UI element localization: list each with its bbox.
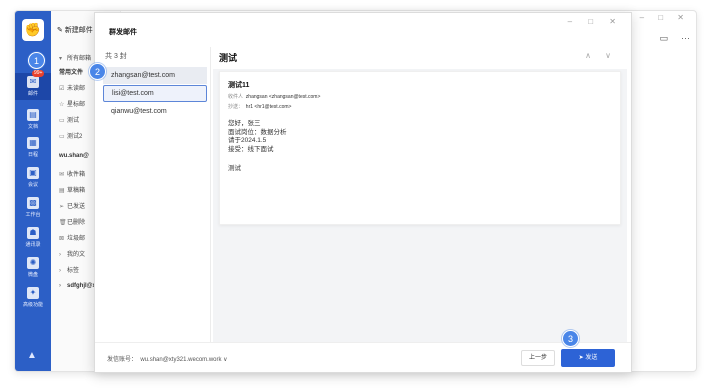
rail-item-contacts[interactable]: ☗ 通讯录 <box>15 227 51 248</box>
more-icon[interactable]: ··· <box>681 33 690 43</box>
nav-starred[interactable]: ☆ 星标邮 <box>59 99 85 108</box>
nav-unread[interactable]: ☑ 未读邮 <box>59 83 85 92</box>
nav-account2[interactable]: › sdfghjl@xi <box>59 283 98 289</box>
mail-icon: ✉ <box>27 76 39 88</box>
send-icon: ➤ <box>578 355 584 361</box>
dialog-title: 群发邮件 <box>109 29 137 36</box>
unread-badge: 99+ <box>32 70 45 77</box>
rail-item-drive[interactable]: ✺ 微盘 <box>15 257 51 278</box>
sender-account-select[interactable]: 发信账号： wu.shan@xty321.wecom.work ∨ <box>107 354 228 363</box>
grid-icon: ▩ <box>27 197 39 209</box>
nav-sent[interactable]: ➢ 已发送 <box>59 201 85 210</box>
nav-deleted[interactable]: 🗑已删除 <box>59 217 85 226</box>
mail-header: 测试 ∧ ∨ <box>219 47 619 69</box>
contacts-icon: ☗ <box>27 227 39 239</box>
calendar-icon: ▦ <box>27 137 39 149</box>
recipient-count: 共 3 封 <box>105 53 127 60</box>
nav-draft[interactable]: ▤ 草稿箱 <box>59 185 85 194</box>
dialog-footer: 发信账号： wu.shan@xty321.wecom.work ∨ 上一步 ➤ … <box>95 342 631 372</box>
nav-inbox[interactable]: ✉ 收件箱 <box>59 169 85 178</box>
mail-preview-card: 测试11 收件人 zhangsan <zhangsan@test.com> 抄送… <box>219 71 621 225</box>
recipient-item[interactable]: qianwu@test.com <box>103 103 207 120</box>
app-logo: ✊ <box>22 19 44 41</box>
recipient-list: 共 3 封 zhangsan@test.com lisi@test.com qi… <box>95 47 211 343</box>
step-marker-2: 2 <box>89 63 106 80</box>
rail-item-meeting[interactable]: ▣ 会议 <box>15 167 51 188</box>
panel-toggle-icon[interactable]: ▭ <box>659 33 668 44</box>
drive-icon: ✺ <box>27 257 39 269</box>
send-button[interactable]: ➤ 发送 <box>561 349 615 367</box>
mail-body-extra: 测试 <box>228 165 241 172</box>
rail-item-workbench[interactable]: ▩ 工作台 <box>15 197 51 218</box>
rail-item-calendar[interactable]: ▦ 日程 <box>15 137 51 158</box>
rail-item-advanced[interactable]: ✦ 高级功能 <box>15 287 51 308</box>
sparkle-icon: ✦ <box>27 287 39 299</box>
brand-bottom-icon: ▲ <box>27 350 37 361</box>
nav-junk[interactable]: ⊠ 垃圾邮 <box>59 233 85 242</box>
nav-test2[interactable]: ▭ 测试2 <box>59 131 82 140</box>
meeting-icon: ▣ <box>27 167 39 179</box>
nav-tags[interactable]: › 标签 <box>59 265 79 274</box>
chevron-nav-icon[interactable]: ∧ ∨ <box>585 51 617 60</box>
recipient-item[interactable]: lisi@test.com <box>103 85 207 102</box>
to-line: 收件人 zhangsan <zhangsan@test.com> <box>228 94 321 100</box>
nav-mine[interactable]: › 我的文 <box>59 249 85 258</box>
rail-item-mail[interactable]: ✉ 99+ 邮件 <box>15 70 51 100</box>
previous-step-button[interactable]: 上一步 <box>521 350 555 366</box>
nav-common[interactable]: 常用文件 <box>59 67 83 76</box>
rail-item-docs[interactable]: ▤ 文档 <box>15 109 51 130</box>
nav-account[interactable]: wu.shan@ <box>59 153 89 159</box>
mail-subject: 测试 <box>219 53 238 63</box>
bulk-mail-dialog: 群发邮件 – □ ✕ 共 3 封 zhangsan@test.com lisi@… <box>94 12 632 373</box>
bg-window-controls[interactable]: – □ ✕ <box>640 13 690 22</box>
cc-line: 抄送： hr1 <hr1@test.com> <box>228 104 292 110</box>
nav-test[interactable]: ▭ 测试 <box>59 115 79 124</box>
recipient-item[interactable]: zhangsan@test.com <box>103 67 207 84</box>
step-marker-3: 3 <box>562 330 579 347</box>
card-subject: 测试11 <box>228 82 250 89</box>
mail-body: 您好，张三 面试岗位：数据分析 请于2024.1.5 接受：线下面试 <box>228 120 287 153</box>
doc-icon: ▤ <box>27 109 39 121</box>
step-marker-1: 1 <box>28 52 45 69</box>
dialog-window-controls[interactable]: – □ ✕ <box>568 17 623 26</box>
chevron-down-icon: ∨ <box>223 357 228 363</box>
compose-button[interactable]: ✎ 新建邮件 <box>57 25 93 35</box>
nav-all-mail[interactable]: ▾ 所有邮箱 <box>59 53 91 62</box>
